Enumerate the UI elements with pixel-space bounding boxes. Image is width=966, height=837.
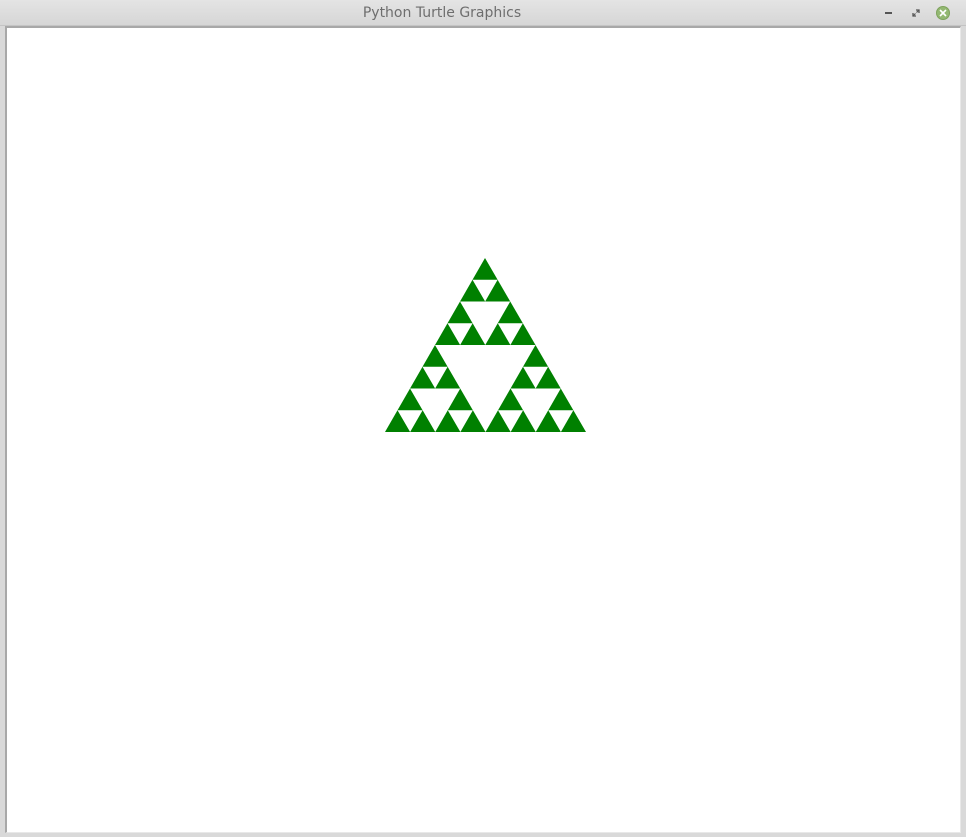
restore-icon (912, 8, 920, 17)
minimize-icon (884, 12, 892, 14)
turtle-window: Python Turtle Graphics (0, 0, 966, 837)
sierpinski-triangle (385, 258, 586, 432)
close-icon (936, 5, 950, 20)
drawing-canvas-frame (5, 26, 961, 833)
maximize-button[interactable] (907, 4, 925, 21)
title-bar[interactable]: Python Turtle Graphics (0, 0, 966, 26)
close-button[interactable] (934, 4, 952, 21)
window-title: Python Turtle Graphics (362, 5, 522, 21)
turtle-canvas[interactable] (7, 28, 960, 832)
minimize-button[interactable] (879, 4, 897, 21)
